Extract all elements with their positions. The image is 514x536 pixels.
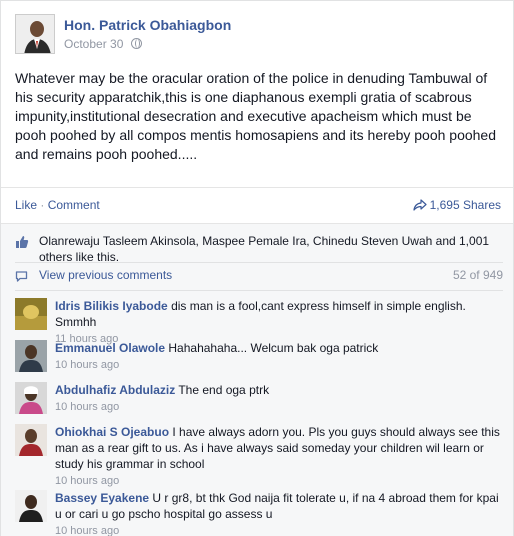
comment-icon bbox=[15, 271, 28, 282]
author-avatar[interactable] bbox=[15, 14, 55, 54]
comment-button[interactable]: Comment bbox=[48, 198, 100, 212]
commenter-name[interactable]: Bassey Eyakene bbox=[55, 491, 149, 505]
author-name[interactable]: Hon. Patrick Obahiagbon bbox=[64, 17, 231, 33]
commenter-name[interactable]: Ohiokhai S Ojeabuo bbox=[55, 425, 169, 439]
comment-time[interactable]: 10 hours ago bbox=[55, 399, 503, 415]
divider bbox=[15, 290, 503, 291]
comment-time[interactable]: 10 hours ago bbox=[55, 523, 503, 536]
comment-body: Emmanuel Olawole Hahahahaha... Welcum ba… bbox=[55, 340, 503, 373]
likes-text[interactable]: Olanrewaju Tasleem Akinsola, Maspee Pema… bbox=[39, 233, 503, 265]
view-previous-comments-link[interactable]: View previous comments bbox=[39, 268, 172, 282]
comment-body: Bassey Eyakene U r gr8, bt thk God naija… bbox=[55, 490, 503, 536]
commenter-avatar[interactable] bbox=[15, 424, 47, 456]
action-separator: · bbox=[40, 198, 45, 212]
comment-body: Ohiokhai S Ojeabuo I have always adorn y… bbox=[55, 424, 503, 489]
comment-text: Hahahahaha... Welcum bak oga patrick bbox=[168, 341, 379, 355]
commenter-avatar[interactable] bbox=[15, 340, 47, 372]
comment-time[interactable]: 10 hours ago bbox=[55, 473, 503, 489]
commenter-avatar[interactable] bbox=[15, 382, 47, 414]
comments-count: 52 of 949 bbox=[452, 268, 503, 282]
post-meta: October 30 bbox=[64, 37, 142, 51]
comment-time[interactable]: 10 hours ago bbox=[55, 357, 503, 373]
post-text: Whatever may be the oracular oration of … bbox=[15, 70, 496, 162]
comment-body: Abdulhafiz Abdulaziz The end oga ptrk 10… bbox=[55, 382, 503, 415]
post-date[interactable]: October 30 bbox=[64, 37, 123, 51]
commenter-name[interactable]: Idris Bilikis Iyabode bbox=[55, 299, 168, 313]
commenter-avatar[interactable] bbox=[15, 298, 47, 330]
post-card: Hon. Patrick Obahiagbon October 30 Whate… bbox=[0, 0, 514, 536]
view-previous-row: View previous comments 52 of 949 bbox=[15, 268, 503, 284]
post-actions: Like · Comment 1,695 Shares bbox=[1, 187, 513, 223]
action-links: Like · Comment bbox=[15, 198, 100, 212]
divider bbox=[15, 262, 503, 263]
share-icon bbox=[413, 199, 427, 211]
shares-count: 1,695 Shares bbox=[429, 198, 501, 212]
comment-text: The end oga ptrk bbox=[178, 383, 270, 397]
thumbs-up-icon bbox=[16, 236, 29, 248]
commenter-avatar[interactable] bbox=[15, 490, 47, 522]
shares-link[interactable]: 1,695 Shares bbox=[413, 198, 501, 212]
commenter-name[interactable]: Emmanuel Olawole bbox=[55, 341, 165, 355]
like-button[interactable]: Like bbox=[15, 198, 37, 212]
commenter-name[interactable]: Abdulhafiz Abdulaziz bbox=[55, 383, 175, 397]
feedback-section: Olanrewaju Tasleem Akinsola, Maspee Pema… bbox=[1, 223, 513, 536]
globe-icon bbox=[130, 38, 142, 49]
